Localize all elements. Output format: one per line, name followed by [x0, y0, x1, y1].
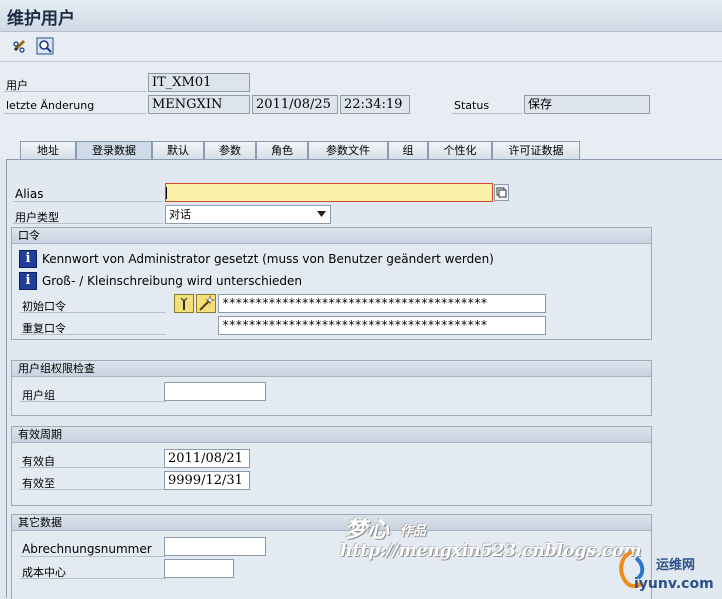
tab-license-data[interactable]: 许可证数据 — [492, 141, 580, 160]
watermark-works: 作品 — [400, 524, 427, 539]
dropdown-arrow-icon — [317, 211, 326, 217]
possible-entries-icon — [496, 187, 507, 198]
valid-to-input[interactable]: 9999/12/31 — [164, 471, 250, 490]
validity-section-title: 有效周期 — [12, 427, 651, 443]
repeat-password-input[interactable]: **************************************** — [218, 316, 546, 335]
tab-strip: 地址 登录数据 默认 参数 角色 参数文件 组 个性化 许可证数据 — [0, 140, 722, 160]
application-toolbar — [0, 32, 722, 62]
password-info-message-1: Kennwort von Administrator gesetzt (muss… — [42, 252, 494, 266]
title-bar: 维护用户 — [0, 0, 722, 32]
other-object-button[interactable] — [36, 37, 54, 55]
info-icon: i — [19, 250, 37, 268]
generate-password-button[interactable] — [174, 294, 194, 313]
initial-password-input[interactable]: **************************************** — [218, 294, 546, 313]
magic-wand-icon — [199, 295, 215, 311]
accounting-number-label: Abrechnungsnummer — [22, 542, 152, 556]
tab-groups[interactable]: 组 — [388, 141, 428, 160]
site-url: iyunv.com — [634, 576, 714, 592]
possible-entries-button[interactable] — [494, 184, 509, 201]
magnifier-icon — [36, 37, 54, 55]
alias-label: Alias — [15, 187, 44, 201]
tab-logon-data[interactable]: 登录数据 — [76, 141, 152, 160]
changed-time-field: 22:34:19 — [340, 95, 410, 114]
status-field: 保存 — [524, 95, 650, 114]
user-type-value: 对话 — [169, 208, 191, 221]
display-change-button[interactable] — [11, 37, 29, 55]
user-group-section-title: 用户组权限检查 — [12, 361, 651, 377]
text-cursor — [166, 187, 167, 199]
validity-section: 有效周期 有效自 2011/08/21 有效至 9999/12/31 — [11, 426, 652, 506]
password-generator-icon — [180, 297, 188, 310]
tab-address[interactable]: 地址 — [20, 141, 76, 160]
alias-input[interactable] — [165, 183, 493, 202]
site-logo: 运维网 iyunv.com — [612, 548, 720, 596]
watermark-author: 梦心 — [345, 517, 390, 543]
tab-profiles[interactable]: 参数文件 — [308, 141, 388, 160]
last-changed-label: letzte Änderung — [6, 99, 95, 112]
tab-parameters[interactable]: 参数 — [204, 141, 256, 160]
changed-by-field: MENGXIN — [148, 95, 250, 114]
status-label: Status — [454, 99, 490, 112]
window-title: 维护用户 — [7, 9, 75, 29]
user-name-field: IT_XM01 — [148, 73, 250, 92]
wizard-button[interactable] — [196, 294, 216, 313]
password-info-message-2: Groß- / Kleinschreibung wird unterschied… — [42, 274, 303, 288]
valid-from-input[interactable]: 2011/08/21 — [164, 449, 250, 468]
header-area: 用户 IT_XM01 letzte Änderung MENGXIN 2011/… — [0, 62, 722, 140]
watermark-url: http://mengxin523.cnblogs.com — [340, 541, 642, 561]
other-data-section-title: 其它数据 — [12, 515, 651, 531]
user-type-select[interactable]: 对话 — [165, 205, 331, 224]
changed-date-field: 2011/08/25 — [252, 95, 338, 114]
user-group-input[interactable] — [164, 382, 266, 401]
password-section: 口令 i Kennwort von Administrator gesetzt … — [11, 227, 652, 340]
info-icon: i — [19, 272, 37, 290]
accounting-number-input[interactable] — [164, 537, 266, 556]
site-name: 运维网 — [656, 558, 696, 573]
pencil-glasses-icon — [13, 39, 26, 53]
cost-center-input[interactable] — [164, 559, 234, 578]
tab-defaults[interactable]: 默认 — [152, 141, 204, 160]
user-group-section: 用户组权限检查 用户组 — [11, 360, 652, 416]
password-section-title: 口令 — [12, 228, 651, 244]
tab-personalization[interactable]: 个性化 — [428, 141, 492, 160]
tab-roles[interactable]: 角色 — [256, 141, 308, 160]
